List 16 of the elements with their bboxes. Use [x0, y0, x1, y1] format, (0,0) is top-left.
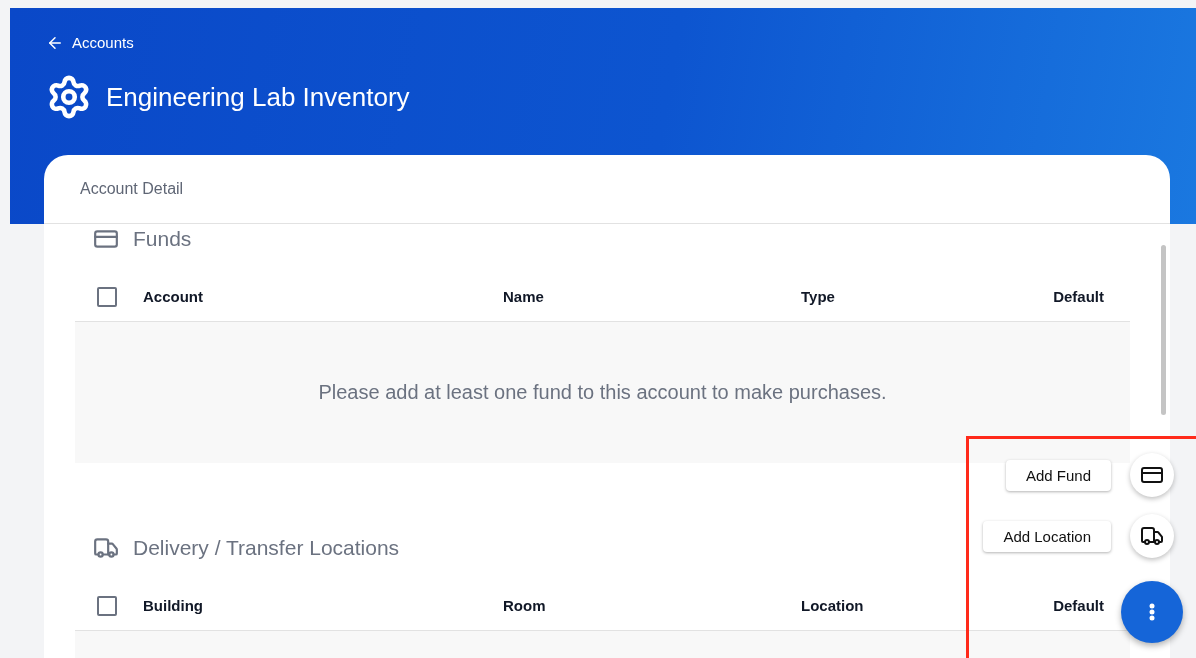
column-header: Name — [503, 288, 544, 305]
section-title: Delivery / Transfer Locations — [133, 536, 400, 560]
page-title: Engineering Lab Inventory — [106, 81, 410, 113]
section-title: Funds — [133, 227, 192, 251]
column-header: Room — [503, 597, 546, 614]
card-title: Account Detail — [44, 155, 1170, 224]
empty-message: Please add at least one fund to this account to make purchases. — [318, 381, 887, 404]
action-label-button[interactable]: Add Location — [983, 520, 1111, 552]
back-link[interactable]: Accounts — [46, 33, 134, 53]
column-header: Location — [801, 597, 864, 614]
column-header: Building — [143, 597, 203, 614]
column-header: Account — [143, 288, 203, 305]
column-header: Default — [1053, 597, 1104, 614]
column-header: Type — [801, 288, 835, 305]
column-header: Default — [1053, 288, 1104, 305]
action-label-button[interactable]: Add Fund — [1005, 459, 1111, 491]
